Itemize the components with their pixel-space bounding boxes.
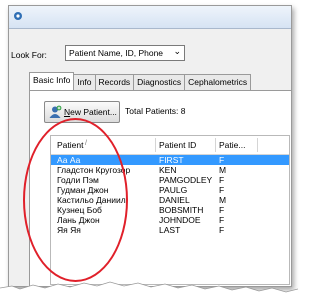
lookfor-value: Patient Name, ID, Phone — [69, 48, 164, 58]
patient-type-cell: F — [219, 185, 225, 195]
tab-info[interactable]: Info — [73, 74, 96, 90]
column-divider[interactable] — [257, 138, 258, 152]
column-header-patient-id[interactable]: Patient ID — [159, 140, 196, 150]
patient-name-cell: Лань Джон — [57, 215, 100, 225]
column-divider[interactable] — [155, 138, 156, 152]
tab-diagnostics[interactable]: Diagnostics — [133, 74, 186, 90]
patient-type-cell: F — [219, 225, 225, 235]
patient-name-cell: Аа Аа — [57, 155, 81, 165]
patient-id-cell: LAST — [159, 225, 181, 235]
torn-edge — [0, 281, 298, 298]
lookfor-label: Look For: — [11, 50, 47, 60]
table-row[interactable]: Гудман Джон PAULG F — [51, 185, 289, 195]
table-row[interactable]: Лань Джон JOHNDOE F — [51, 215, 289, 225]
list-header: Patient / Patient ID Patie... — [51, 136, 289, 155]
patient-name-cell: Кастильо Даниил — [57, 195, 126, 205]
tab-bar: Basic Info Info Records Diagnostics Cephalom… — [29, 72, 252, 90]
table-row[interactable]: Кузнец Боб BOBSMITH F — [51, 205, 289, 215]
patient-type-cell: M — [219, 195, 227, 205]
add-patient-icon — [49, 105, 62, 118]
patient-id-cell: DANIEL — [159, 195, 190, 205]
patient-id-cell: KEN — [159, 165, 177, 175]
new-patient-label: New Patient... — [64, 107, 117, 117]
patient-name-cell: Гудман Джон — [57, 185, 109, 195]
column-divider[interactable] — [215, 138, 216, 152]
lookfor-select[interactable]: Patient Name, ID, Phone ⌄ — [65, 45, 185, 61]
title-bar — [9, 6, 291, 29]
tab-basic-info[interactable]: Basic Info — [29, 72, 75, 90]
patient-name-cell: Яя Яя — [57, 225, 81, 235]
patient-name-cell: Кузнец Боб — [57, 205, 102, 215]
column-header-patient[interactable]: Patient — [57, 140, 83, 150]
sort-indicator-icon: / — [85, 140, 87, 147]
app-window: Look For: Patient Name, ID, Phone ⌄ Basi… — [8, 5, 292, 287]
chevron-down-icon[interactable]: ⌄ — [173, 46, 181, 57]
patient-id-cell: FIRST — [159, 155, 184, 165]
new-patient-button[interactable]: New Patient... — [44, 101, 120, 123]
patient-type-cell: M — [219, 165, 227, 175]
patient-list[interactable]: Patient / Patient ID Patie... Аа Аа FIRST… — [50, 135, 290, 285]
patient-type-cell: F — [219, 155, 225, 165]
patient-name-cell: Гладстон Кругозор — [57, 165, 131, 175]
patient-id-cell: PAULG — [159, 185, 188, 195]
table-row[interactable]: Аа Аа FIRST F — [51, 155, 289, 165]
patient-type-cell: F — [219, 175, 225, 185]
tab-cephalometrics[interactable]: Cephalometrics — [184, 74, 252, 90]
basic-info-panel: New Patient... Total Patients: 8 Patient… — [29, 90, 291, 286]
column-header-patient-type[interactable]: Patie... — [219, 140, 245, 150]
patient-name-cell: Годли Пэм — [57, 175, 99, 185]
tab-records[interactable]: Records — [94, 74, 135, 90]
patient-type-cell: F — [219, 215, 225, 225]
table-row[interactable]: Годли Пэм PAMGODLEY F — [51, 175, 289, 185]
app-icon — [14, 12, 22, 20]
patient-id-cell: PAMGODLEY — [159, 175, 213, 185]
patient-type-cell: F — [219, 205, 225, 215]
patient-id-cell: JOHNDOE — [159, 215, 201, 225]
table-row[interactable]: Яя Яя LAST F — [51, 225, 289, 235]
patient-id-cell: BOBSMITH — [159, 205, 204, 215]
total-patients: Total Patients: 8 — [125, 106, 186, 116]
table-row[interactable]: Кастильо Даниил DANIEL M — [51, 195, 289, 205]
table-row[interactable]: Гладстон Кругозор KEN M — [51, 165, 289, 175]
